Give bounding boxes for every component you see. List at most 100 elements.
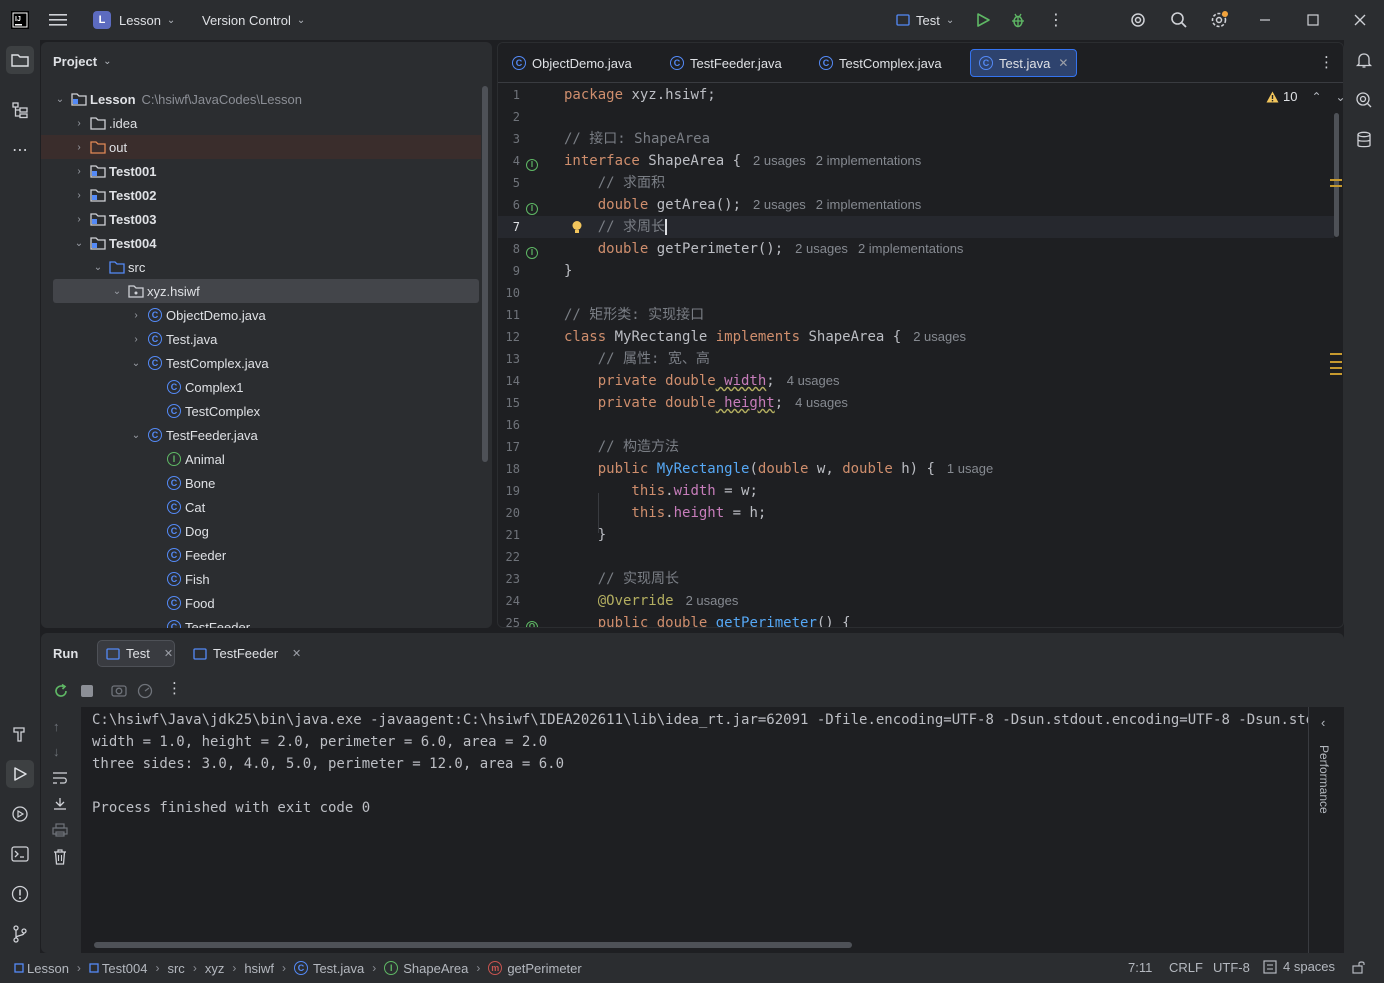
close-tab-icon[interactable]: ✕	[292, 647, 301, 660]
editor-scrollbar[interactable]	[1334, 113, 1339, 237]
profiler-icon[interactable]	[137, 683, 153, 702]
git-tool-button[interactable]	[6, 920, 34, 948]
tree-item-testcomplex[interactable]: C TestComplex	[148, 399, 260, 423]
tree-item-lesson[interactable]: ⌄ Lesson C:\hsiwf\JavaCodes\Lesson	[53, 87, 302, 111]
tree-item-feeder[interactable]: C Feeder	[148, 543, 226, 567]
main-menu-icon[interactable]	[49, 0, 67, 40]
project-tool-button[interactable]	[6, 46, 34, 74]
usages-hint[interactable]: 4 usages	[795, 395, 848, 410]
tree-item-testfeeder[interactable]: C TestFeeder	[148, 615, 250, 628]
tree-item-test004[interactable]: ⌄ Test004	[72, 231, 157, 255]
settings-gear-icon[interactable]	[1209, 0, 1229, 40]
warning-marker[interactable]	[1330, 179, 1342, 181]
tab-actions-icon[interactable]: ⋮	[1319, 53, 1334, 71]
project-scrollbar[interactable]	[482, 86, 488, 462]
usages-hint[interactable]: 2 usages	[753, 153, 806, 168]
chevron-down-icon[interactable]: ⌄	[129, 351, 143, 375]
notifications-tool-button[interactable]	[1350, 46, 1378, 74]
chevron-down-icon[interactable]: ⌄	[110, 279, 124, 303]
line-separator[interactable]: CRLF	[1169, 960, 1203, 975]
debug-button[interactable]	[1010, 0, 1026, 40]
build-tool-button[interactable]	[6, 720, 34, 748]
overrides-gutter-icon[interactable]: O	[526, 617, 538, 627]
chevron-right-icon[interactable]: ›	[129, 303, 143, 327]
breadcrumb-item-lesson[interactable]: Lesson	[14, 961, 69, 976]
usages-hint[interactable]: 2 usages	[913, 329, 966, 344]
tree-item-test003[interactable]: › Test003	[72, 207, 156, 231]
warning-marker[interactable]	[1330, 373, 1342, 375]
tree-item-src[interactable]: ⌄ src	[91, 255, 146, 279]
breadcrumb-item-xyz[interactable]: xyz	[205, 961, 225, 976]
implemented-gutter-icon[interactable]: I	[526, 243, 538, 259]
tree-item-test002[interactable]: › Test002	[72, 183, 156, 207]
search-icon[interactable]	[1170, 0, 1188, 40]
ai-chat-tool-button[interactable]	[1350, 86, 1378, 114]
chevron-down-icon[interactable]: ⌄	[1336, 90, 1343, 104]
intellij-logo-icon[interactable]: IJ	[11, 0, 29, 40]
usages-hint[interactable]: 1 usage	[947, 461, 993, 476]
project-view-selector[interactable]: Project ⌄	[53, 54, 111, 69]
tree-item-complex1[interactable]: C Complex1	[148, 375, 244, 399]
ai-assistant-icon[interactable]	[1129, 0, 1147, 40]
implemented-gutter-icon[interactable]: I	[526, 155, 538, 171]
terminal-tool-button[interactable]	[6, 840, 34, 868]
performance-tab[interactable]: Performance	[1315, 745, 1337, 825]
soft-wrap-icon[interactable]	[52, 771, 68, 788]
more-actions-icon[interactable]: ⋮	[1048, 0, 1064, 40]
indent-setting[interactable]: 4 spaces	[1263, 959, 1335, 974]
tree-item-animal[interactable]: I Animal	[148, 447, 225, 471]
warning-marker[interactable]	[1330, 185, 1342, 187]
unlock-icon[interactable]	[1352, 960, 1366, 977]
tab-testcomplex[interactable]: C TestComplex.java	[811, 49, 950, 77]
inspection-widget[interactable]: 10 ⌃ ⌄	[1266, 89, 1343, 104]
tree-item-testfeeder-java[interactable]: ⌄ C TestFeeder.java	[129, 423, 258, 447]
services-tool-button[interactable]	[6, 800, 34, 828]
tree-item-food[interactable]: C Food	[148, 591, 215, 615]
chevron-up-icon[interactable]: ⌃	[1311, 90, 1321, 104]
close-tab-icon[interactable]: ✕	[1058, 56, 1068, 70]
run-tab-test[interactable]: Test ✕	[97, 640, 175, 667]
warning-marker[interactable]	[1330, 367, 1342, 369]
tree-item-test001[interactable]: › Test001	[72, 159, 156, 183]
chevron-right-icon[interactable]: ›	[72, 183, 86, 207]
breadcrumb-item-src[interactable]: src	[167, 961, 184, 976]
caret-position[interactable]: 7:11	[1128, 960, 1152, 975]
breadcrumb-item-test-java[interactable]: C Test.java	[293, 961, 364, 976]
scroll-to-end-icon[interactable]	[52, 797, 68, 814]
usages-hint[interactable]: 2 usages	[795, 241, 848, 256]
structure-tool-button[interactable]	[6, 96, 34, 124]
close-tab-icon[interactable]: ✕	[164, 647, 173, 660]
stop-icon[interactable]	[81, 685, 93, 697]
problems-tool-button[interactable]	[6, 880, 34, 908]
chevron-right-icon[interactable]: ›	[72, 111, 86, 135]
chevron-right-icon[interactable]: ›	[72, 135, 86, 159]
minimize-icon[interactable]	[1259, 0, 1271, 40]
tree-item-package[interactable]: ⌄ xyz.hsiwf	[110, 279, 200, 303]
implementations-hint[interactable]: 2 implementations	[816, 153, 922, 168]
tree-item-test-java[interactable]: › C Test.java	[129, 327, 217, 351]
run-tool-button[interactable]	[6, 760, 34, 788]
breadcrumb-item-test004[interactable]: Test004	[89, 961, 147, 976]
print-icon[interactable]	[52, 823, 68, 840]
tab-objectdemo[interactable]: C ObjectDemo.java	[504, 49, 640, 77]
chevron-down-icon[interactable]: ⌄	[129, 423, 143, 447]
warning-marker[interactable]	[1330, 361, 1342, 363]
chevron-left-icon[interactable]: ‹	[1321, 715, 1325, 730]
tab-testfeeder[interactable]: C TestFeeder.java	[662, 49, 790, 77]
camera-icon[interactable]	[111, 683, 127, 700]
tree-item-fish[interactable]: C Fish	[148, 567, 210, 591]
console-scrollbar[interactable]	[94, 942, 852, 948]
more-actions-icon[interactable]: ⋮	[167, 679, 182, 697]
tree-item-testcomplex-java[interactable]: ⌄ C TestComplex.java	[129, 351, 269, 375]
rerun-icon[interactable]	[53, 683, 69, 702]
more-tools-icon[interactable]: ⋯	[6, 136, 34, 164]
chevron-right-icon[interactable]: ›	[72, 159, 86, 183]
version-control-menu[interactable]: Version Control ⌄	[202, 0, 305, 40]
run-button[interactable]	[975, 0, 991, 40]
chevron-down-icon[interactable]: ⌄	[72, 231, 86, 255]
usages-hint[interactable]: 4 usages	[787, 373, 840, 388]
breadcrumb-item-hsiwf[interactable]: hsiwf	[244, 961, 274, 976]
tree-item-out[interactable]: › out	[72, 135, 127, 159]
project-selector[interactable]: L Lesson ⌄	[93, 0, 175, 40]
warning-marker[interactable]	[1330, 353, 1342, 355]
